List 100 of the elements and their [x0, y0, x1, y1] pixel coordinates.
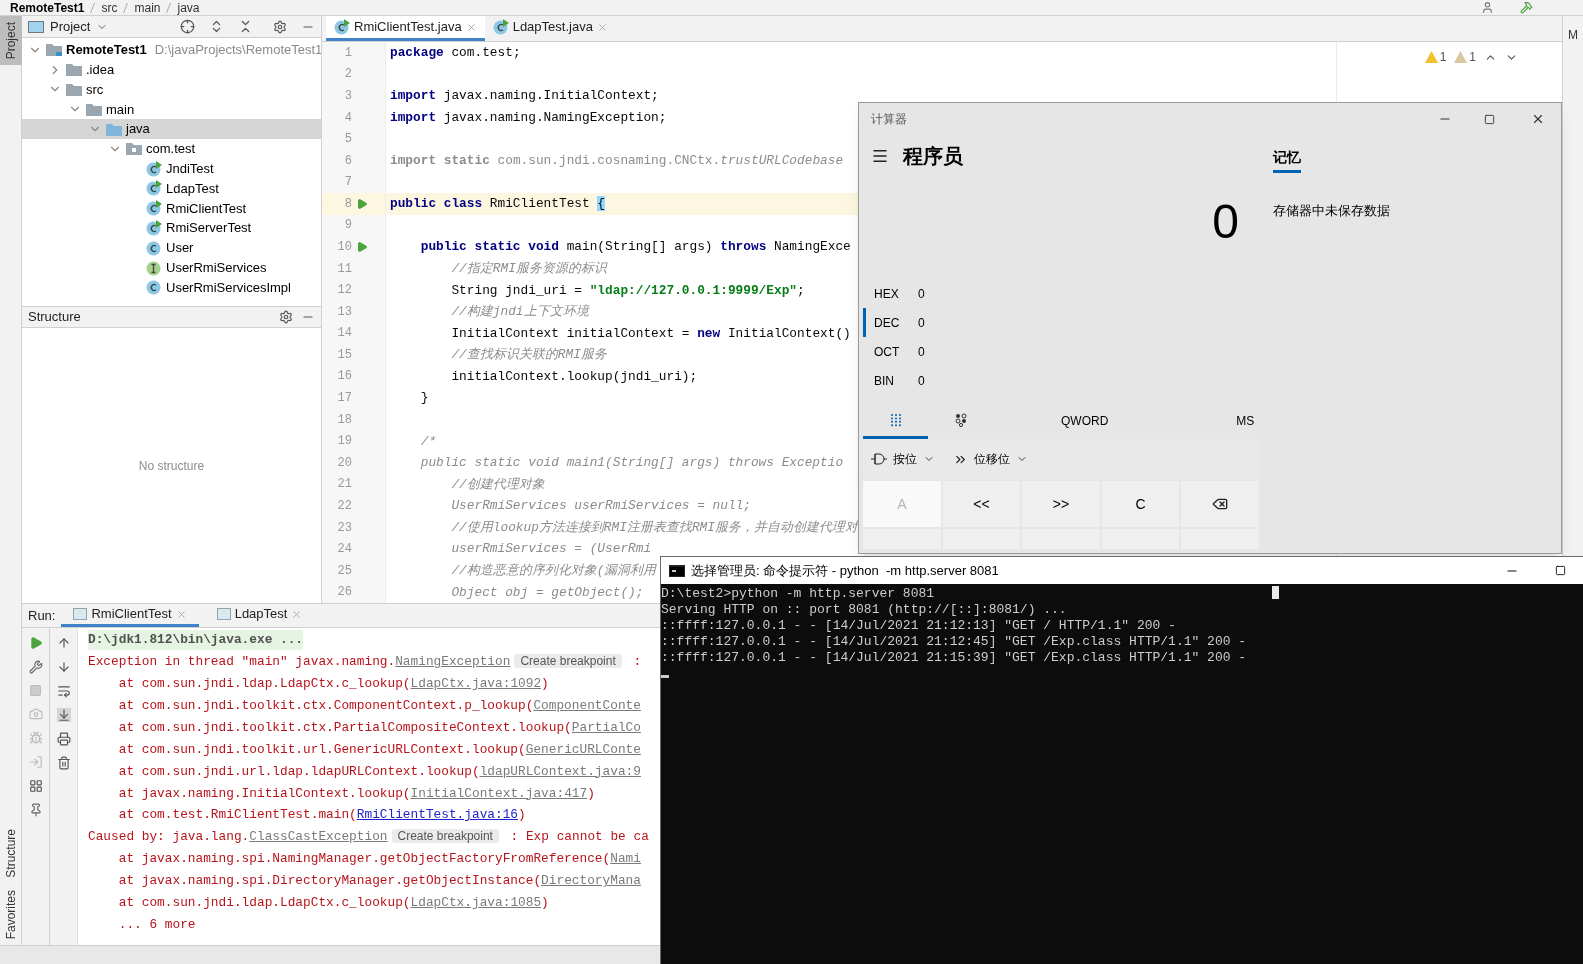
crosshair-icon[interactable]: [180, 19, 195, 34]
class-icon: [146, 180, 162, 197]
tree-item[interactable]: User: [22, 237, 321, 258]
tree-item[interactable]: RmiClientTest: [22, 198, 321, 219]
maximize-icon[interactable]: [1555, 565, 1566, 576]
base-row[interactable]: BIN 0: [863, 366, 1259, 395]
folder-icon: [66, 83, 82, 96]
logic-gate-icon: [871, 453, 887, 465]
tool-window-button[interactable]: M: [1568, 26, 1578, 44]
console-line: at javax.naming.spi.DirectoryManager.getObjectInstance(DirectoryMana: [117, 872, 641, 891]
stop-icon[interactable]: [29, 684, 42, 697]
memory-store-button[interactable]: MS: [1236, 412, 1255, 430]
arrow-down-icon[interactable]: [56, 660, 71, 674]
tree-item[interactable]: LdapTest: [22, 178, 321, 199]
calculator-key[interactable]: <<: [942, 481, 1021, 527]
run-icon[interactable]: [28, 636, 43, 650]
code-line: import static com.sun.jndi.cosnaming.CNCtx.trustURLCodebase: [390, 152, 844, 171]
separator-icon: [166, 2, 172, 13]
calculator-key[interactable]: [1181, 481, 1259, 527]
panel-title[interactable]: Project: [50, 16, 91, 37]
bug-icon[interactable]: [28, 731, 43, 745]
window-title: 计算器: [871, 111, 907, 128]
warning-counter[interactable]: 1: [1454, 48, 1476, 66]
tree-item[interactable]: main: [22, 99, 321, 120]
keypad-icon: [889, 412, 902, 427]
tree-label: java: [126, 120, 150, 139]
calculator-key[interactable]: >>: [1022, 481, 1100, 527]
console-line: at com.test.RmiClientTest.main(RmiClientTest.java:16): [117, 806, 526, 825]
settings-icon[interactable]: [273, 19, 287, 34]
tree-label: RemoteTest1: [66, 41, 147, 60]
code-line: import javax.naming.NamingException;: [390, 108, 667, 127]
base-row[interactable]: DEC 0: [863, 308, 1259, 337]
tree-item[interactable]: UserRmiServices: [22, 257, 321, 278]
calculator-key[interactable]: C: [1101, 481, 1180, 527]
line-number: 9: [343, 217, 352, 235]
line-number: 10: [336, 239, 352, 256]
settings-icon[interactable]: [279, 310, 293, 324]
scroll-to-end-icon[interactable]: [56, 708, 71, 722]
console-icon: [73, 608, 88, 620]
close-icon[interactable]: [1531, 112, 1545, 126]
line-number: 19: [336, 433, 352, 451]
memory-tab[interactable]: 记忆: [1273, 139, 1301, 173]
tree-item[interactable]: UserRmiServicesImpl: [22, 277, 321, 298]
run-icon[interactable]: [356, 197, 368, 210]
tree-item[interactable]: java: [22, 119, 321, 139]
hammer-icon[interactable]: [1520, 1, 1533, 14]
breadcrumb[interactable]: src: [101, 1, 118, 14]
printer-icon[interactable]: [56, 732, 71, 746]
code-line: /*: [419, 432, 437, 451]
folder-icon: [86, 102, 102, 116]
tree-item[interactable]: src: [22, 79, 321, 100]
camera-icon[interactable]: [28, 707, 43, 721]
trash-icon[interactable]: [56, 756, 71, 770]
warning-counter[interactable]: 1: [1424, 48, 1447, 66]
class-icon: [146, 279, 162, 296]
separator-icon: [123, 2, 129, 13]
person-icon[interactable]: [1481, 1, 1494, 14]
window-title: 选择管理员: 命令提示符 - python -m http.server 8081: [691, 561, 999, 580]
tree-item[interactable]: com.test: [22, 139, 321, 159]
word-size-button[interactable]: QWORD: [1061, 412, 1109, 430]
console-line: at com.sun.jndi.ldap.LdapCtx.c_lookup(LdapCtx.java:1092): [117, 675, 549, 694]
line-number: 2: [343, 66, 352, 84]
breadcrumb[interactable]: main: [134, 1, 161, 14]
menu-icon[interactable]: [871, 147, 889, 165]
line-number: 26: [336, 584, 352, 602]
wrap-icon[interactable]: [56, 684, 71, 698]
editor-tab[interactable]: RmiClientTest.java: [326, 16, 485, 41]
breadcrumb[interactable]: java: [177, 1, 200, 14]
class-icon: [334, 19, 350, 35]
arrow-up-icon[interactable]: [56, 636, 71, 650]
code-line: public static void main(String[] args) throws NamingExce: [419, 238, 851, 257]
code-line: Object obj = getObject();: [450, 583, 644, 602]
base-row[interactable]: OCT 0: [863, 337, 1259, 366]
tool-window-button[interactable]: Project: [0, 16, 22, 66]
breadcrumb[interactable]: RemoteTest1: [10, 1, 85, 14]
tool-window-button[interactable]: Favorites: [0, 883, 22, 945]
editor-tab[interactable]: LdapTest.java: [484, 16, 616, 41]
tree-label: com.test: [146, 140, 196, 159]
tree-label: src: [86, 80, 104, 99]
console-line: at javax.naming.spi.NamingManager.getObjectFactoryFromReference(Nami: [117, 850, 641, 869]
wrench-icon[interactable]: [28, 660, 43, 674]
base-row[interactable]: HEX 0: [863, 279, 1259, 308]
tree-label: LdapTest: [166, 179, 219, 198]
tree-label: UserRmiServices: [166, 258, 267, 277]
tree-item[interactable]: RemoteTest1 D:\javaProjects\RemoteTest1: [22, 40, 321, 60]
layout-icon[interactable]: [28, 779, 43, 793]
console-line: at com.sun.jndi.toolkit.ctx.PartialCompositeContext.lookup(PartialCo: [117, 718, 641, 737]
dropdown-button[interactable]: 按位: [871, 450, 935, 468]
dropdown-button[interactable]: 位移位: [953, 450, 1028, 468]
console-line: at com.sun.jndi.toolkit.ctx.ComponentContext.p_lookup(ComponentConte: [117, 697, 641, 715]
run-icon[interactable]: [356, 241, 368, 253]
tree-item[interactable]: .idea: [22, 59, 321, 80]
tree-item[interactable]: RmiServerTest: [22, 218, 321, 238]
tree-item[interactable]: JndiTest: [22, 158, 321, 179]
run-tab[interactable]: LdapTest: [204, 604, 315, 627]
terminal-line: D:\test2>python -m http.server 8081: [661, 586, 935, 602]
maximize-icon[interactable]: [1484, 113, 1495, 125]
tool-window-button[interactable]: Structure: [0, 822, 22, 884]
code-line: //创建代理对象: [450, 475, 545, 494]
pin-icon[interactable]: [28, 803, 43, 817]
